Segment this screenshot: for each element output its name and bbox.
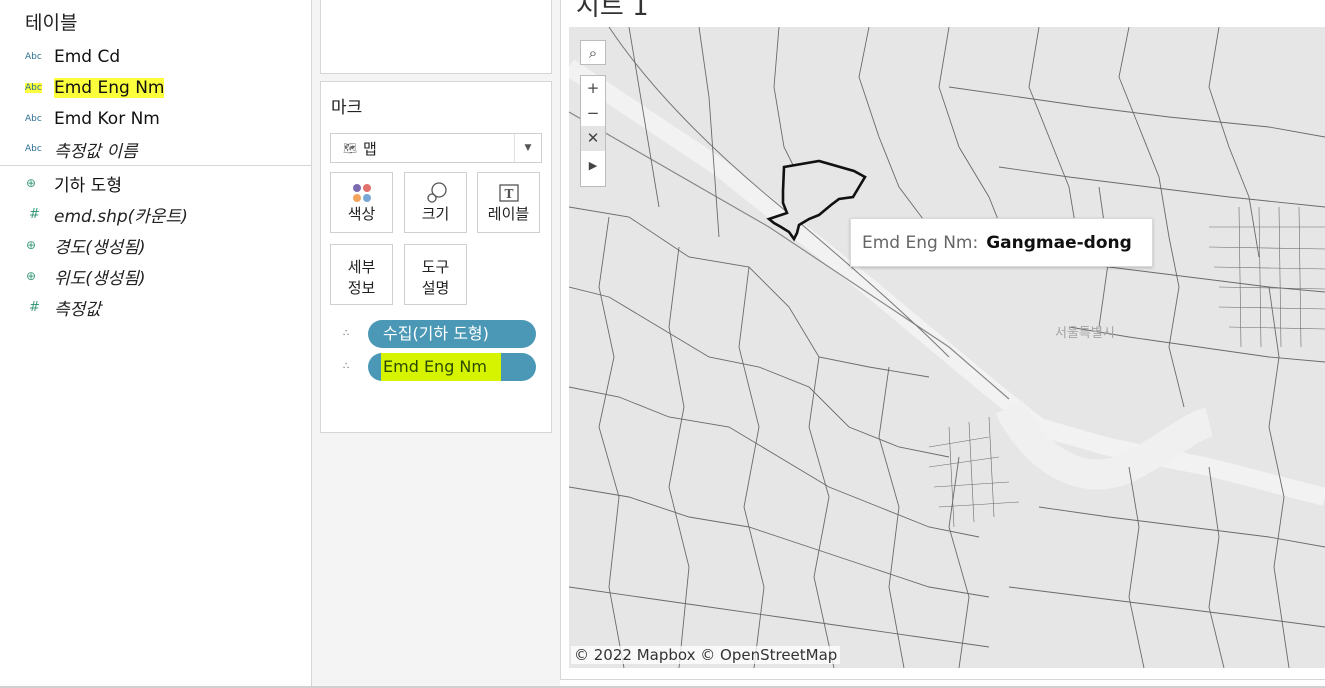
field-label: 위도(생성됨) [54,268,146,289]
map-tooltip: Emd Eng Nm: Gangmae-dong [850,218,1153,267]
map-attribution[interactable]: © 2022 Mapbox © OpenStreetMap [571,646,841,664]
pill-emd-eng-nm[interactable]: Emd Eng Nm [368,353,536,381]
marks-title: 마크 [331,98,363,118]
field-label: 측정값 [54,299,101,320]
text-icon: T [478,181,539,205]
map-search-button[interactable]: ⌕ [580,40,606,65]
tooltip-key: Emd Eng Nm: [862,232,979,253]
size-label: 크기 [421,205,450,223]
size-icon [405,181,466,205]
field-emd-cd[interactable]: Abc Emd Cd [0,44,311,70]
field-emd-kor-nm[interactable]: Abc Emd Kor Nm [0,106,311,132]
tooltip-label: 도구 설명 [421,258,450,297]
map-view[interactable] [569,27,1325,668]
tooltip-value: Gangmae-dong [986,232,1132,253]
chevron-down-icon[interactable]: ▼ [514,134,541,162]
size-button[interactable]: 크기 [404,172,467,233]
field-label: 기하 도형 [54,175,122,196]
string-type-icon: Abc [25,52,42,62]
pin-reset-icon[interactable]: ✕ [581,126,605,151]
field-measure-values[interactable]: # 측정값 [0,294,311,320]
field-longitude[interactable]: ⊕ 경도(생성됨) [0,232,311,258]
field-geometry[interactable]: ⊕ 기하 도형 [0,170,311,196]
cards-column: 마크 🗺 맵 ▼ 색상 크기 T 레이블 세부 정보 도구 설명 ∴ 수집(기하… [312,0,560,688]
string-type-icon: Abc [25,114,42,124]
zoom-out-icon[interactable]: − [581,101,605,126]
data-pane-title: 테이블 [25,12,78,34]
pill-row-collect[interactable]: ∴ 수집(기하 도형) [343,320,543,350]
map-polygons [569,27,1325,668]
detail-marks-icon: ∴ [343,361,350,372]
number-type-icon: # [29,299,40,315]
field-label: 측정값 이름 [54,141,138,162]
string-type-icon: Abc [25,144,42,154]
pill-label: Emd Eng Nm [381,353,501,381]
field-label: Emd Eng Nm [54,78,165,98]
filters-card[interactable] [320,0,552,74]
search-icon: ⌕ [588,44,598,62]
pill-collect-geometry[interactable]: 수집(기하 도형) [368,320,536,348]
zoom-in-icon[interactable]: + [581,76,605,101]
marks-card: 마크 🗺 맵 ▼ 색상 크기 T 레이블 세부 정보 도구 설명 ∴ 수집(기하… [320,81,552,433]
field-count[interactable]: # emd.shp(카운트) [0,201,311,227]
map-icon: 🗺 [343,141,357,155]
mark-type-value: 맵 [362,139,377,158]
field-label: 경도(생성됨) [54,237,146,258]
data-pane: 테이블 Abc Emd Cd Abc Emd Eng Nm Abc Emd Ko… [0,0,312,688]
field-measure-names[interactable]: Abc 측정값 이름 [0,136,311,162]
field-label: Emd Cd [54,47,121,67]
color-label: 색상 [347,205,376,223]
label-button[interactable]: T 레이블 [477,172,540,233]
detail-label: 세부 정보 [347,258,376,297]
color-icon [331,181,392,205]
map-city-label: 서울특별시 [1055,326,1115,341]
field-label: Emd Kor Nm [54,109,160,129]
mark-type-dropdown[interactable]: 🗺 맵 ▼ [330,133,542,163]
globe-icon: ⊕ [26,238,37,252]
detail-button[interactable]: 세부 정보 [330,244,393,305]
field-emd-eng-nm[interactable]: Abc Emd Eng Nm [0,75,311,101]
field-label: emd.shp(카운트) [54,206,188,227]
divider [0,165,311,166]
sheet-title: 시트 1 [576,0,649,22]
color-button[interactable]: 색상 [330,172,393,233]
map-zoom-toolbar: + − ✕ ▶ [580,75,606,187]
field-latitude[interactable]: ⊕ 위도(생성됨) [0,263,311,289]
pill-row-emd-eng-nm[interactable]: ∴ Emd Eng Nm [343,353,543,383]
svg-text:T: T [505,187,514,201]
globe-icon: ⊕ [26,269,37,283]
string-type-icon: Abc [25,83,42,93]
detail-marks-icon: ∴ [343,328,350,339]
globe-icon: ⊕ [26,176,37,190]
tooltip-button[interactable]: 도구 설명 [404,244,467,305]
pill-label: 수집(기하 도형) [383,324,489,343]
number-type-icon: # [29,206,40,222]
expand-toolbar-icon[interactable]: ▶ [581,151,605,181]
label-label: 레이블 [487,205,530,223]
